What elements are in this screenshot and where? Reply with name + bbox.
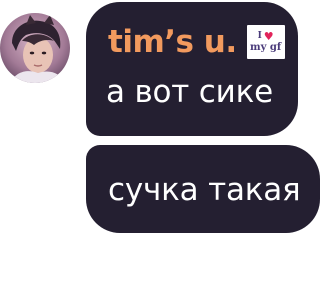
chat-thread: tim’s u. I ♥ my gf а вот сике сучка така…: [0, 0, 320, 287]
avatar-photo: [0, 13, 70, 83]
sender-avatar[interactable]: [0, 13, 70, 83]
message-bubble[interactable]: сучка такая: [86, 145, 320, 233]
sender-name[interactable]: tim’s u.: [108, 24, 237, 60]
badge-i-text: I: [257, 31, 262, 41]
i-love-my-gf-badge-icon: I ♥ my gf: [246, 25, 285, 59]
badge-bottom-text: my gf: [250, 42, 282, 53]
message-text: а вот сике: [106, 74, 273, 110]
message-text: сучка такая: [108, 172, 301, 208]
badge-top-line: I ♥: [258, 31, 274, 42]
heart-icon: ♥: [263, 30, 274, 43]
sender-row: tim’s u. I ♥ my gf: [108, 22, 285, 62]
message-bubble[interactable]: tim’s u. I ♥ my gf а вот сике: [86, 2, 298, 136]
